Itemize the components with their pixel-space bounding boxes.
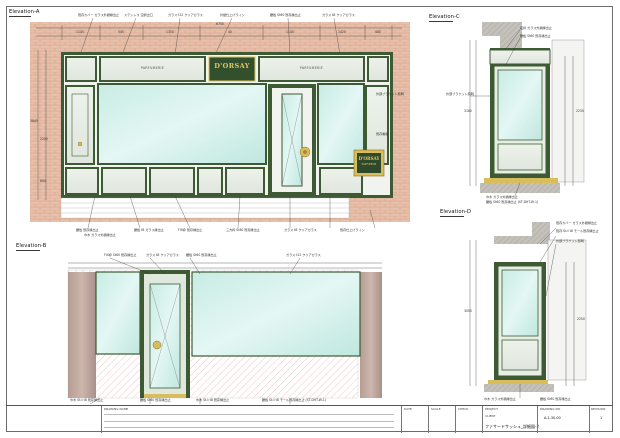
hanging-sign-sub: PARFUMEUR: [361, 163, 377, 166]
a-dim-width-3: 545: [118, 30, 124, 34]
d-note-1: 既存カバー ガラス外額縁出止: [556, 221, 598, 225]
a-note-bottom-4: FIX枠 既存縁出止: [178, 228, 203, 232]
a-note-bottom-5: 三方枠 St60 既存縁出止: [226, 228, 260, 232]
title-block-cell-date: DATE: [401, 406, 428, 433]
title-block-label-project: PROJECT: [485, 407, 498, 411]
title-block-label-drawing-name: DRAWING NAME: [104, 407, 129, 411]
elevation-a-drawing: [30, 17, 410, 229]
a-dim-width-7: 1420: [338, 30, 346, 34]
a-dim-width-6: 1140: [286, 30, 294, 34]
a-note-right-1: 外部ブラケット照明: [376, 92, 404, 96]
a-note-top-4: 外壁仕上げライン: [220, 13, 245, 17]
title-block-cell-scale: SCALE: [428, 406, 455, 433]
title-block-cell-drawing-no: DRAWING NO. A-1-30-00: [537, 406, 589, 433]
a-dim-width-1: 6750: [216, 22, 224, 26]
a-dim-height-2: 2200: [40, 137, 48, 141]
sheet-title: ファサードサッシュ_詳細図-2: [485, 424, 539, 429]
elevation-b-drawing: [67, 257, 382, 405]
a-dim-width-5: 40: [228, 30, 232, 34]
title-block-label-date: DATE: [404, 407, 412, 411]
fascia-left-panel-text: PARFUMERIE: [140, 66, 165, 70]
a-dim-height-1: 3845: [30, 119, 38, 123]
title-block-cell-drawing-name: DRAWING NAME: [101, 406, 401, 433]
a-note-top-1: 既存カバー ガラス外額縁出止: [78, 13, 120, 17]
a-dim-height-3: 600: [40, 179, 46, 183]
b-note-top-1: FIX枠 St60 既存縁出止: [104, 253, 137, 257]
elevation-d-drawing: [469, 222, 587, 398]
title-block-label-client: CLIENT: [485, 414, 496, 418]
c-note-1: 庇枠 ガラス外額縁出止: [520, 26, 552, 30]
a-note-bottom-1: 腰板 既存縁出止: [76, 228, 99, 232]
title-block-label-revision: REVISION: [591, 407, 606, 411]
c-dim-height-2: 2235: [576, 109, 584, 113]
a-note-bottom-7: 既存仕上げライン: [340, 228, 365, 232]
d-note-bottom-1: 巾木 ガラス外額縁出止: [484, 397, 516, 401]
sheet-number: A-1-30-00: [544, 416, 561, 420]
b-note-bottom-3: 巾木 St-t t8 既存縁出止: [196, 398, 230, 402]
c-note-bottom-2: 腰板 St60 既存縁出止 (ST-DHT-W-1): [486, 200, 539, 204]
d-note-bottom-2: 腰板 St60 既存縁出止: [540, 397, 571, 401]
b-note-bottom-2: 腰板 St60 既存縁出止: [140, 398, 171, 402]
b-note-bottom-1: 巾木 St-t t8 既存縁出止: [70, 398, 104, 402]
title-block-label-scale: SCALE: [431, 407, 441, 411]
a-note-top-6: ガラス t8 クリアガラス: [322, 13, 355, 17]
c-note-3: 外部ブラケット照明: [446, 92, 474, 96]
a-note-bottom-6: ガラス t8 クリアガラス: [284, 228, 317, 232]
title-block-cell-revision: REVISION 1: [589, 406, 613, 433]
a-note-bottom-2: 巾木 ガラス外額縁出止: [84, 233, 116, 237]
a-note-bottom-3: 腰板 t8 ガラス縁出止: [134, 228, 164, 232]
a-note-right-2: 既存看板: [376, 132, 389, 136]
a-dim-width-8: 480: [375, 30, 381, 34]
c-note-2: 腰板 St60 既存縁出止: [520, 34, 551, 38]
title-block-cell-check: CHECK: [455, 406, 482, 433]
a-note-top-2: ステンレス 空調出口: [124, 13, 153, 17]
title-block-label-check: CHECK: [458, 407, 469, 411]
d-dim-height-1: 3050: [464, 309, 472, 313]
fascia-brand-sign: D'ORSAY: [214, 62, 250, 70]
b-note-top-4: ガラス t12 クリアガラス: [286, 253, 321, 257]
c-dim-height-1: 3160: [464, 109, 472, 113]
d-note-2: 既存 St-t t8 モール既存縁出止: [556, 229, 599, 233]
a-dim-width-2: 1145: [76, 30, 84, 34]
c-note-bottom-1: 巾木 ガラス外額縁出止: [486, 195, 518, 199]
a-dim-width-4: 1350: [166, 30, 174, 34]
title-block-cell-project: PROJECT CLIENT ファサードサッシュ_詳細図-2: [482, 406, 539, 433]
a-note-top-5: 腰板 St60 既存縁出止: [270, 13, 301, 17]
a-note-top-3: ガラス t12 クリアガラス: [168, 13, 203, 17]
elevation-c-drawing: [469, 22, 585, 197]
hanging-sign-brand: D'ORSAY: [358, 156, 380, 161]
revision-number: 1: [600, 416, 603, 420]
b-note-top-3: 腰板 St60 既存縁出止: [186, 253, 217, 257]
d-dim-height-2: 2250: [577, 317, 585, 321]
b-note-top-2: ガラス t8 クリアガラス: [146, 253, 179, 257]
title-block-label-drawing-no: DRAWING NO.: [540, 407, 561, 411]
b-note-bottom-4: 腰板 St-t t8 モール既存縁出止 (ST-DHT-W-1): [262, 398, 326, 402]
fascia-right-panel-text: PARFUMERIE: [299, 66, 324, 70]
title-block: DRAWING NAME DATE SCALE CHECK PROJECT CL…: [6, 405, 613, 433]
d-note-3: 外部ブラケット照明: [556, 239, 584, 243]
